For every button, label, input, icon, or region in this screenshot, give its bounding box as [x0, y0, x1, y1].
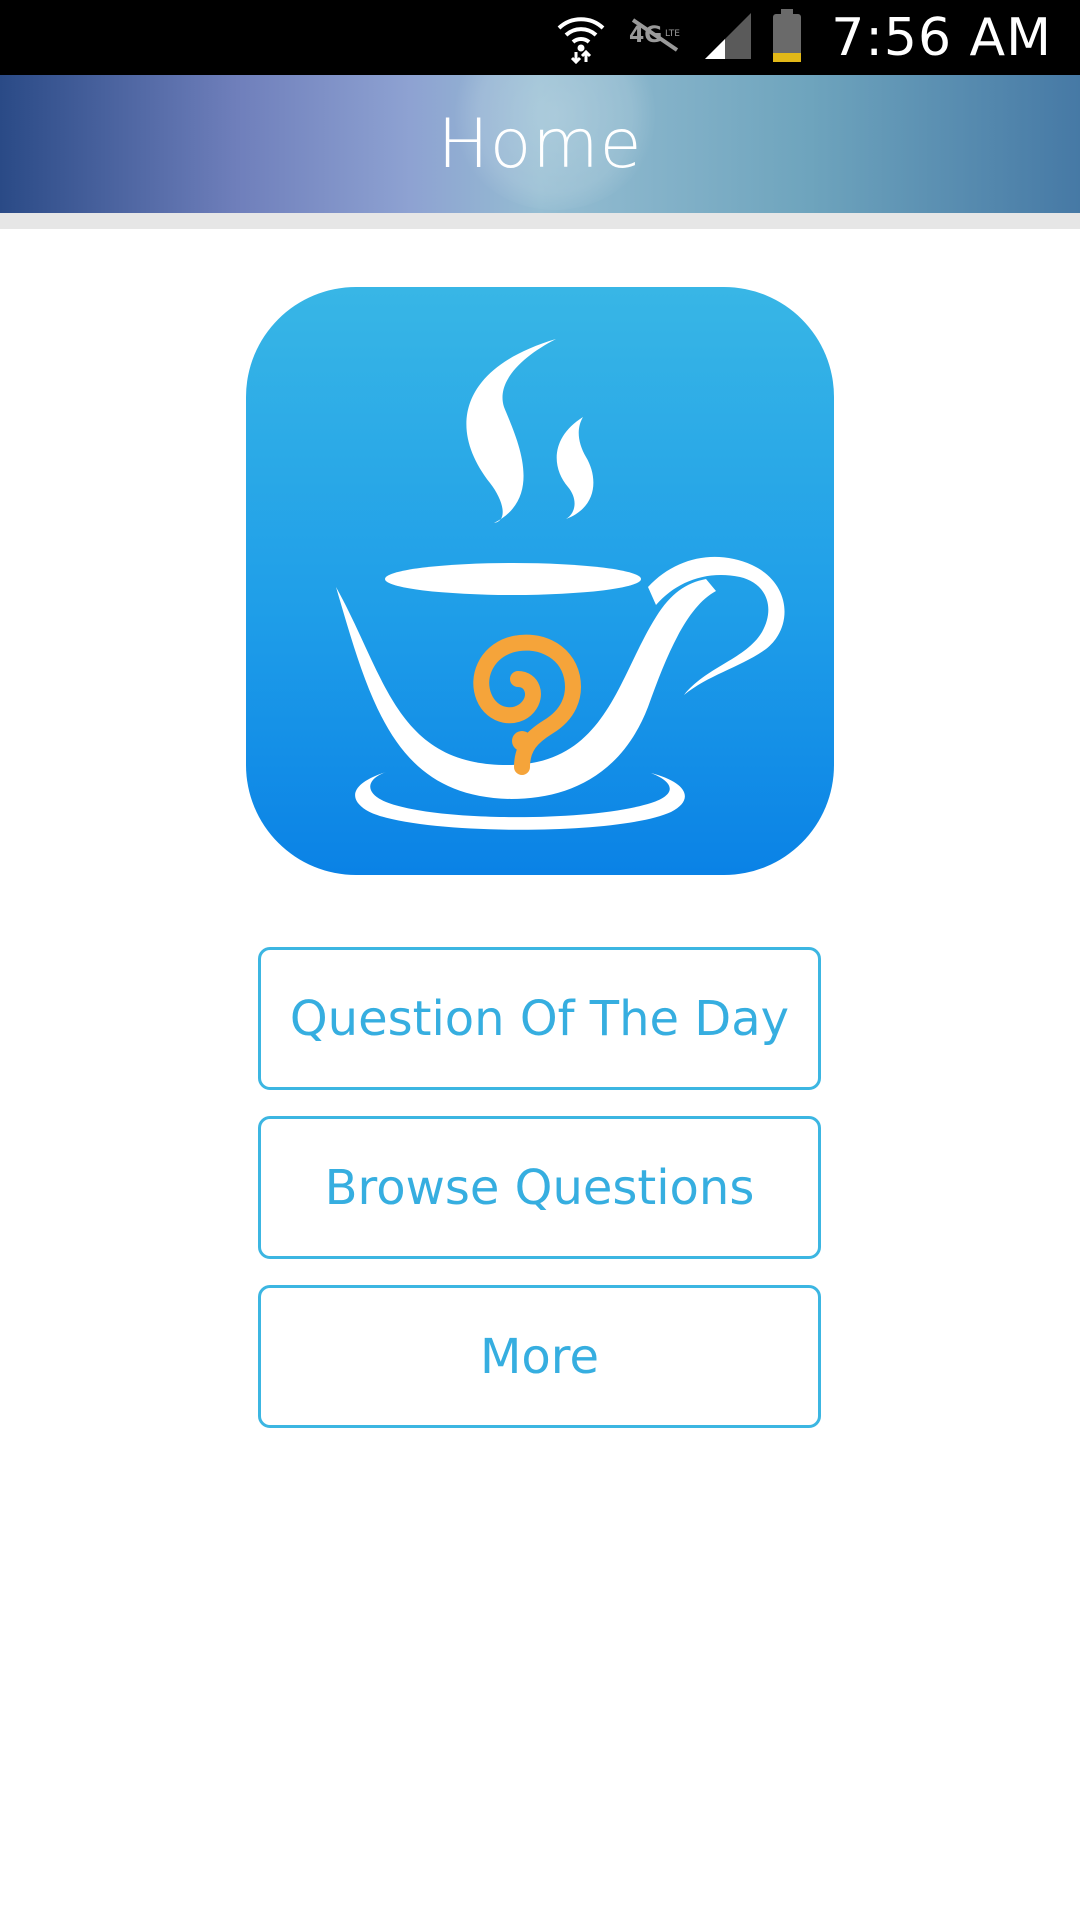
battery-icon [771, 8, 803, 67]
more-button[interactable]: More [258, 1285, 821, 1428]
status-bar: 4G LTE 7:56 AM [0, 0, 1080, 75]
header-bar: Home [0, 75, 1080, 213]
header-divider [0, 213, 1080, 229]
cell-signal-icon [703, 11, 753, 65]
wifi-icon [553, 8, 609, 68]
steaming-cup-question-icon [336, 339, 785, 830]
question-of-the-day-button[interactable]: Question Of The Day [258, 947, 821, 1090]
svg-text:LTE: LTE [665, 29, 680, 39]
app-logo [246, 287, 834, 875]
lte-no-signal-icon: 4G LTE [627, 16, 685, 60]
status-time: 7:56 AM [831, 7, 1052, 68]
page-title: Home [437, 104, 643, 184]
status-icons: 4G LTE 7:56 AM [553, 0, 1052, 75]
browse-questions-button[interactable]: Browse Questions [258, 1116, 821, 1259]
